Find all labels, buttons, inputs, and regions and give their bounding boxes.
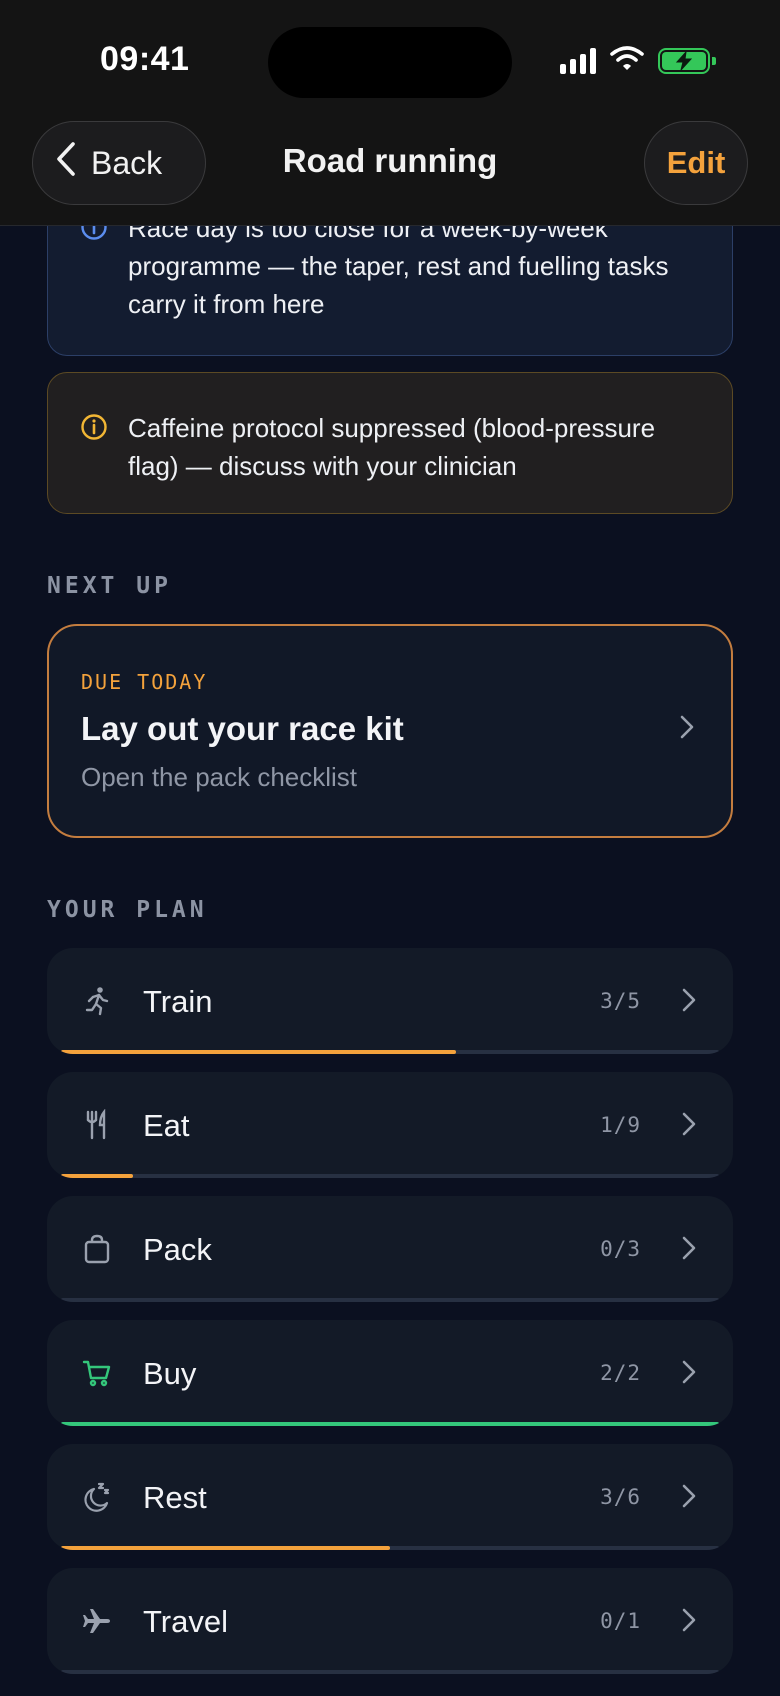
plan-item-count: 2/2 bbox=[600, 1361, 641, 1385]
next-up-heading: NEXT UP bbox=[47, 573, 172, 599]
progress-track bbox=[61, 1050, 719, 1054]
progress-bar bbox=[61, 1050, 456, 1054]
plan-item-label: Travel bbox=[143, 1604, 228, 1639]
next-up-card[interactable]: DUE TODAY Lay out your race kit Open the… bbox=[47, 624, 733, 838]
plan-item-label: Rest bbox=[143, 1480, 207, 1515]
plan-item-buy[interactable]: Buy 2/2 bbox=[47, 1320, 733, 1426]
plan-item-eat[interactable]: Eat 1/9 bbox=[47, 1072, 733, 1178]
chevron-right-icon bbox=[681, 1483, 697, 1514]
chevron-right-icon bbox=[681, 1235, 697, 1266]
progress-bar bbox=[61, 1422, 719, 1426]
progress-track bbox=[61, 1422, 719, 1426]
utensils-icon bbox=[81, 1108, 113, 1141]
screen: Race day is too close for a week-by-week… bbox=[0, 0, 780, 1696]
signal-icon bbox=[560, 47, 596, 74]
bag-icon bbox=[81, 1233, 113, 1265]
progress-track bbox=[61, 1670, 719, 1674]
chevron-right-icon bbox=[681, 1111, 697, 1142]
top-bar: 09:41 Back Road running Edit bbox=[0, 0, 780, 226]
plan-item-label: Pack bbox=[143, 1232, 212, 1267]
chevron-right-icon bbox=[681, 1607, 697, 1638]
moon-icon bbox=[81, 1481, 113, 1513]
plan-item-count: 3/6 bbox=[600, 1485, 641, 1509]
info-banner-text: Race day is too close for a week-by-week… bbox=[128, 213, 669, 319]
next-up-title: Lay out your race kit bbox=[81, 710, 404, 747]
info-icon bbox=[80, 213, 108, 355]
status-time: 09:41 bbox=[100, 40, 190, 78]
plan-item-count: 3/5 bbox=[600, 989, 641, 1013]
progress-track bbox=[61, 1298, 719, 1302]
plan-item-train[interactable]: Train 3/5 bbox=[47, 948, 733, 1054]
warning-banner: Caffeine protocol suppressed (blood-pres… bbox=[47, 372, 733, 514]
plan-item-label: Train bbox=[143, 984, 213, 1019]
next-up-subtitle: Open the pack checklist bbox=[81, 762, 358, 792]
chevron-right-icon bbox=[681, 987, 697, 1018]
chevron-right-icon bbox=[681, 1359, 697, 1390]
plan-item-count: 0/1 bbox=[600, 1609, 641, 1633]
plan-item-rest[interactable]: Rest 3/6 bbox=[47, 1444, 733, 1550]
progress-bar bbox=[61, 1546, 390, 1550]
running-icon bbox=[81, 985, 113, 1017]
wifi-icon bbox=[610, 45, 644, 76]
due-label: DUE TODAY bbox=[81, 670, 208, 694]
plan-item-count: 0/3 bbox=[600, 1237, 641, 1261]
info-icon bbox=[80, 413, 108, 513]
edit-button[interactable]: Edit bbox=[644, 121, 748, 205]
plane-icon bbox=[81, 1605, 113, 1637]
progress-track bbox=[61, 1546, 719, 1550]
chevron-right-icon bbox=[679, 714, 695, 745]
progress-track bbox=[61, 1174, 719, 1178]
plan-item-count: 1/9 bbox=[600, 1113, 641, 1137]
plan-item-label: Buy bbox=[143, 1356, 197, 1391]
status-icons bbox=[560, 45, 716, 76]
plan-item-pack[interactable]: Pack 0/3 bbox=[47, 1196, 733, 1302]
battery-icon bbox=[658, 47, 716, 74]
plan-item-travel[interactable]: Travel 0/1 bbox=[47, 1568, 733, 1674]
dynamic-island bbox=[268, 27, 512, 98]
your-plan-heading: YOUR PLAN bbox=[47, 897, 208, 923]
plan-item-label: Eat bbox=[143, 1108, 190, 1143]
warning-banner-text: Caffeine protocol suppressed (blood-pres… bbox=[128, 413, 656, 481]
progress-bar bbox=[61, 1174, 134, 1178]
cart-icon bbox=[81, 1357, 113, 1389]
